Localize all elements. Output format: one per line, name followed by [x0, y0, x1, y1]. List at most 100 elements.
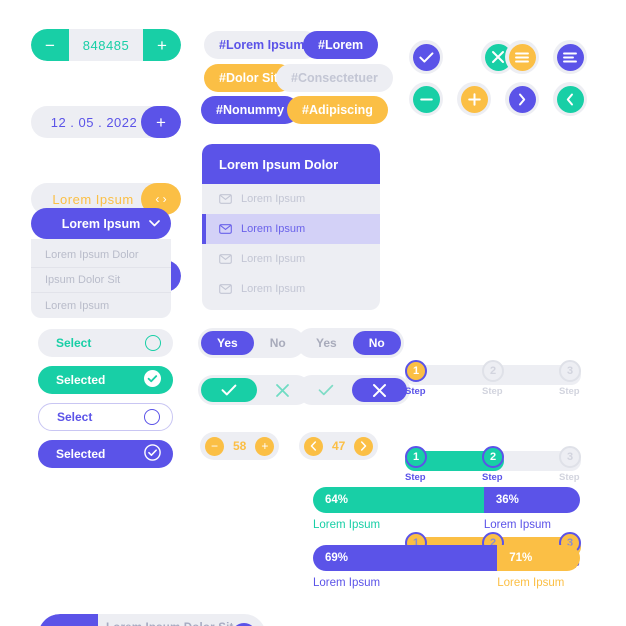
stepper-label: Step	[559, 386, 580, 397]
icon-button-prev[interactable]	[553, 82, 587, 116]
radio-unchecked-icon[interactable]	[145, 335, 161, 351]
toggle-option-no[interactable]: No	[254, 331, 302, 355]
icon-button-plus[interactable]	[457, 82, 491, 116]
stepper-node-2[interactable]: 2	[482, 360, 504, 382]
check-icon	[318, 384, 334, 396]
envelope-icon	[219, 254, 232, 264]
icon-button-minus[interactable]	[409, 82, 443, 116]
tag-chip[interactable]: #Consectetuer	[276, 64, 393, 92]
icon-button-check[interactable]	[409, 40, 443, 74]
bar-segment-label: Lorem Ipsum	[497, 577, 565, 589]
bar-labels: Lorem Ipsum Lorem Ipsum	[313, 519, 580, 531]
tag-chip[interactable]: #Adipiscing	[287, 96, 388, 124]
stepper-node-number: 3	[566, 365, 574, 377]
chevron-down-icon[interactable]	[137, 208, 171, 239]
message-card-light[interactable]: Lorem Ipsum Dolor Sit Lorem ipsum dolor …	[38, 614, 266, 626]
radio-checked-icon[interactable]	[144, 444, 161, 464]
select-row-label: Select	[57, 410, 93, 424]
stepper-label: Step	[482, 386, 503, 397]
select-row-unselected-teal[interactable]: Select	[38, 329, 173, 357]
message-title: Lorem Ipsum Dolor Sit	[106, 622, 234, 626]
align-left-icon	[556, 43, 584, 71]
stepper-node-number: 1	[412, 365, 420, 377]
progress-stepper-2[interactable]: 1 2 3 Step Step Step	[405, 446, 581, 483]
envelope-icon	[219, 194, 232, 204]
split-progress-bar-2: 69% 71% Lorem Ipsum Lorem Ipsum	[313, 545, 580, 589]
stepper-node-1[interactable]: 1	[405, 446, 427, 468]
stepper-label: Step	[405, 386, 426, 397]
envelope-icon	[38, 614, 98, 626]
bar-labels: Lorem Ipsum Lorem Ipsum	[313, 577, 580, 589]
mail-list-item-label: Lorem Ipsum	[241, 253, 306, 265]
yes-no-toggle-right[interactable]: Yes No	[297, 328, 404, 358]
dropdown-header[interactable]: Lorem Ipsum	[31, 208, 171, 239]
number-value: 58	[233, 439, 247, 453]
date-value: 12 . 05 . 2022	[50, 114, 138, 130]
select-row-selected-teal[interactable]: Selected	[38, 366, 173, 394]
bar-segment: 71%	[497, 545, 580, 571]
toggle-option-yes[interactable]: Yes	[300, 331, 353, 355]
tag-chip[interactable]: #Nonummy	[201, 96, 300, 124]
message-text: Lorem Ipsum Dolor Sit Lorem ipsum dolor …	[106, 622, 234, 626]
chevron-left-icon	[556, 85, 584, 113]
minus-icon[interactable]: −	[205, 436, 224, 456]
bar-segment: 64%	[313, 487, 484, 513]
minus-icon	[412, 85, 440, 113]
chevron-left-icon[interactable]	[304, 436, 323, 456]
date-increment-button[interactable]: +	[141, 106, 181, 138]
mail-list-item-label: Lorem Ipsum	[241, 283, 306, 295]
bar-track: 64% 36%	[313, 487, 580, 513]
progress-stepper-1[interactable]: 1 2 3 Step Step Step	[405, 360, 581, 397]
toggle-option-yes[interactable]: Yes	[201, 331, 254, 355]
select-row-selected-purple[interactable]: Selected	[38, 440, 173, 468]
date-stepper[interactable]: 12 . 05 . 2022 +	[31, 106, 181, 138]
stepper-node-number: 2	[489, 451, 497, 463]
quantity-stepper[interactable]: 848485 − +	[31, 29, 181, 61]
stepper-node-number: 2	[489, 365, 497, 377]
envelope-icon	[219, 284, 232, 294]
dropdown-value: Lorem Ipsum	[61, 216, 141, 231]
toggle-option-check[interactable]	[300, 378, 352, 402]
close-icon	[373, 383, 386, 397]
mail-list-item[interactable]: Lorem Ipsum	[202, 184, 380, 214]
select-row-unselected-purple[interactable]: Select	[38, 403, 173, 431]
number-control-prev-next[interactable]: 47	[299, 432, 379, 460]
icon-button-menu[interactable]	[505, 40, 539, 74]
stepper-node-2[interactable]: 2	[482, 446, 504, 468]
increment-button[interactable]: +	[143, 29, 181, 61]
toggle-option-close[interactable]	[352, 378, 407, 402]
icon-button-align-left[interactable]	[553, 40, 587, 74]
ui-kit-canvas: 848485 − + 12 . 05 . 2022 + Lorem Ipsum …	[0, 0, 626, 626]
stepper-node-3[interactable]: 3	[559, 360, 581, 382]
icon-button-next[interactable]	[505, 82, 539, 116]
mail-list-item[interactable]: Lorem Ipsum	[202, 274, 380, 304]
toggle-option-no[interactable]: No	[352, 331, 401, 355]
radio-unchecked-icon[interactable]	[144, 409, 160, 425]
toggle-option-check[interactable]	[201, 378, 257, 402]
yes-no-toggle-left[interactable]: Yes No	[198, 328, 305, 358]
chevron-right-icon[interactable]	[354, 436, 374, 456]
number-control-minus-plus[interactable]: − 58 +	[200, 432, 280, 460]
chevron-right-icon	[508, 85, 536, 113]
bar-segment: 36%	[483, 487, 580, 513]
mail-list-item-active[interactable]: Lorem Ipsum	[202, 214, 380, 244]
check-icon	[221, 384, 237, 396]
check-close-toggle-left[interactable]	[198, 375, 311, 405]
check-close-toggle-right[interactable]	[297, 375, 410, 405]
tag-chip[interactable]: #Lorem	[303, 31, 379, 59]
menu-icon	[508, 43, 536, 71]
radio-checked-icon[interactable]	[144, 370, 161, 390]
number-value: 47	[332, 439, 346, 453]
plus-icon[interactable]: +	[255, 436, 275, 456]
decrement-button[interactable]: −	[31, 29, 69, 61]
dropdown-option[interactable]: Lorem Ipsum Dolor	[31, 243, 171, 268]
bar-track: 69% 71%	[313, 545, 580, 571]
stepper-node-number: 3	[566, 451, 574, 463]
dropdown-option[interactable]: Lorem Ipsum	[31, 293, 171, 318]
bar-segment-label: Lorem Ipsum	[313, 519, 381, 531]
dropdown-option[interactable]: Ipsum Dolor Sit	[31, 268, 171, 293]
stepper-node-1[interactable]: 1	[405, 360, 427, 382]
stepper-node-3[interactable]: 3	[559, 446, 581, 468]
dropdown[interactable]: Lorem Ipsum Lorem Ipsum Dolor Ipsum Dolo…	[31, 208, 171, 318]
mail-list-item[interactable]: Lorem Ipsum	[202, 244, 380, 274]
